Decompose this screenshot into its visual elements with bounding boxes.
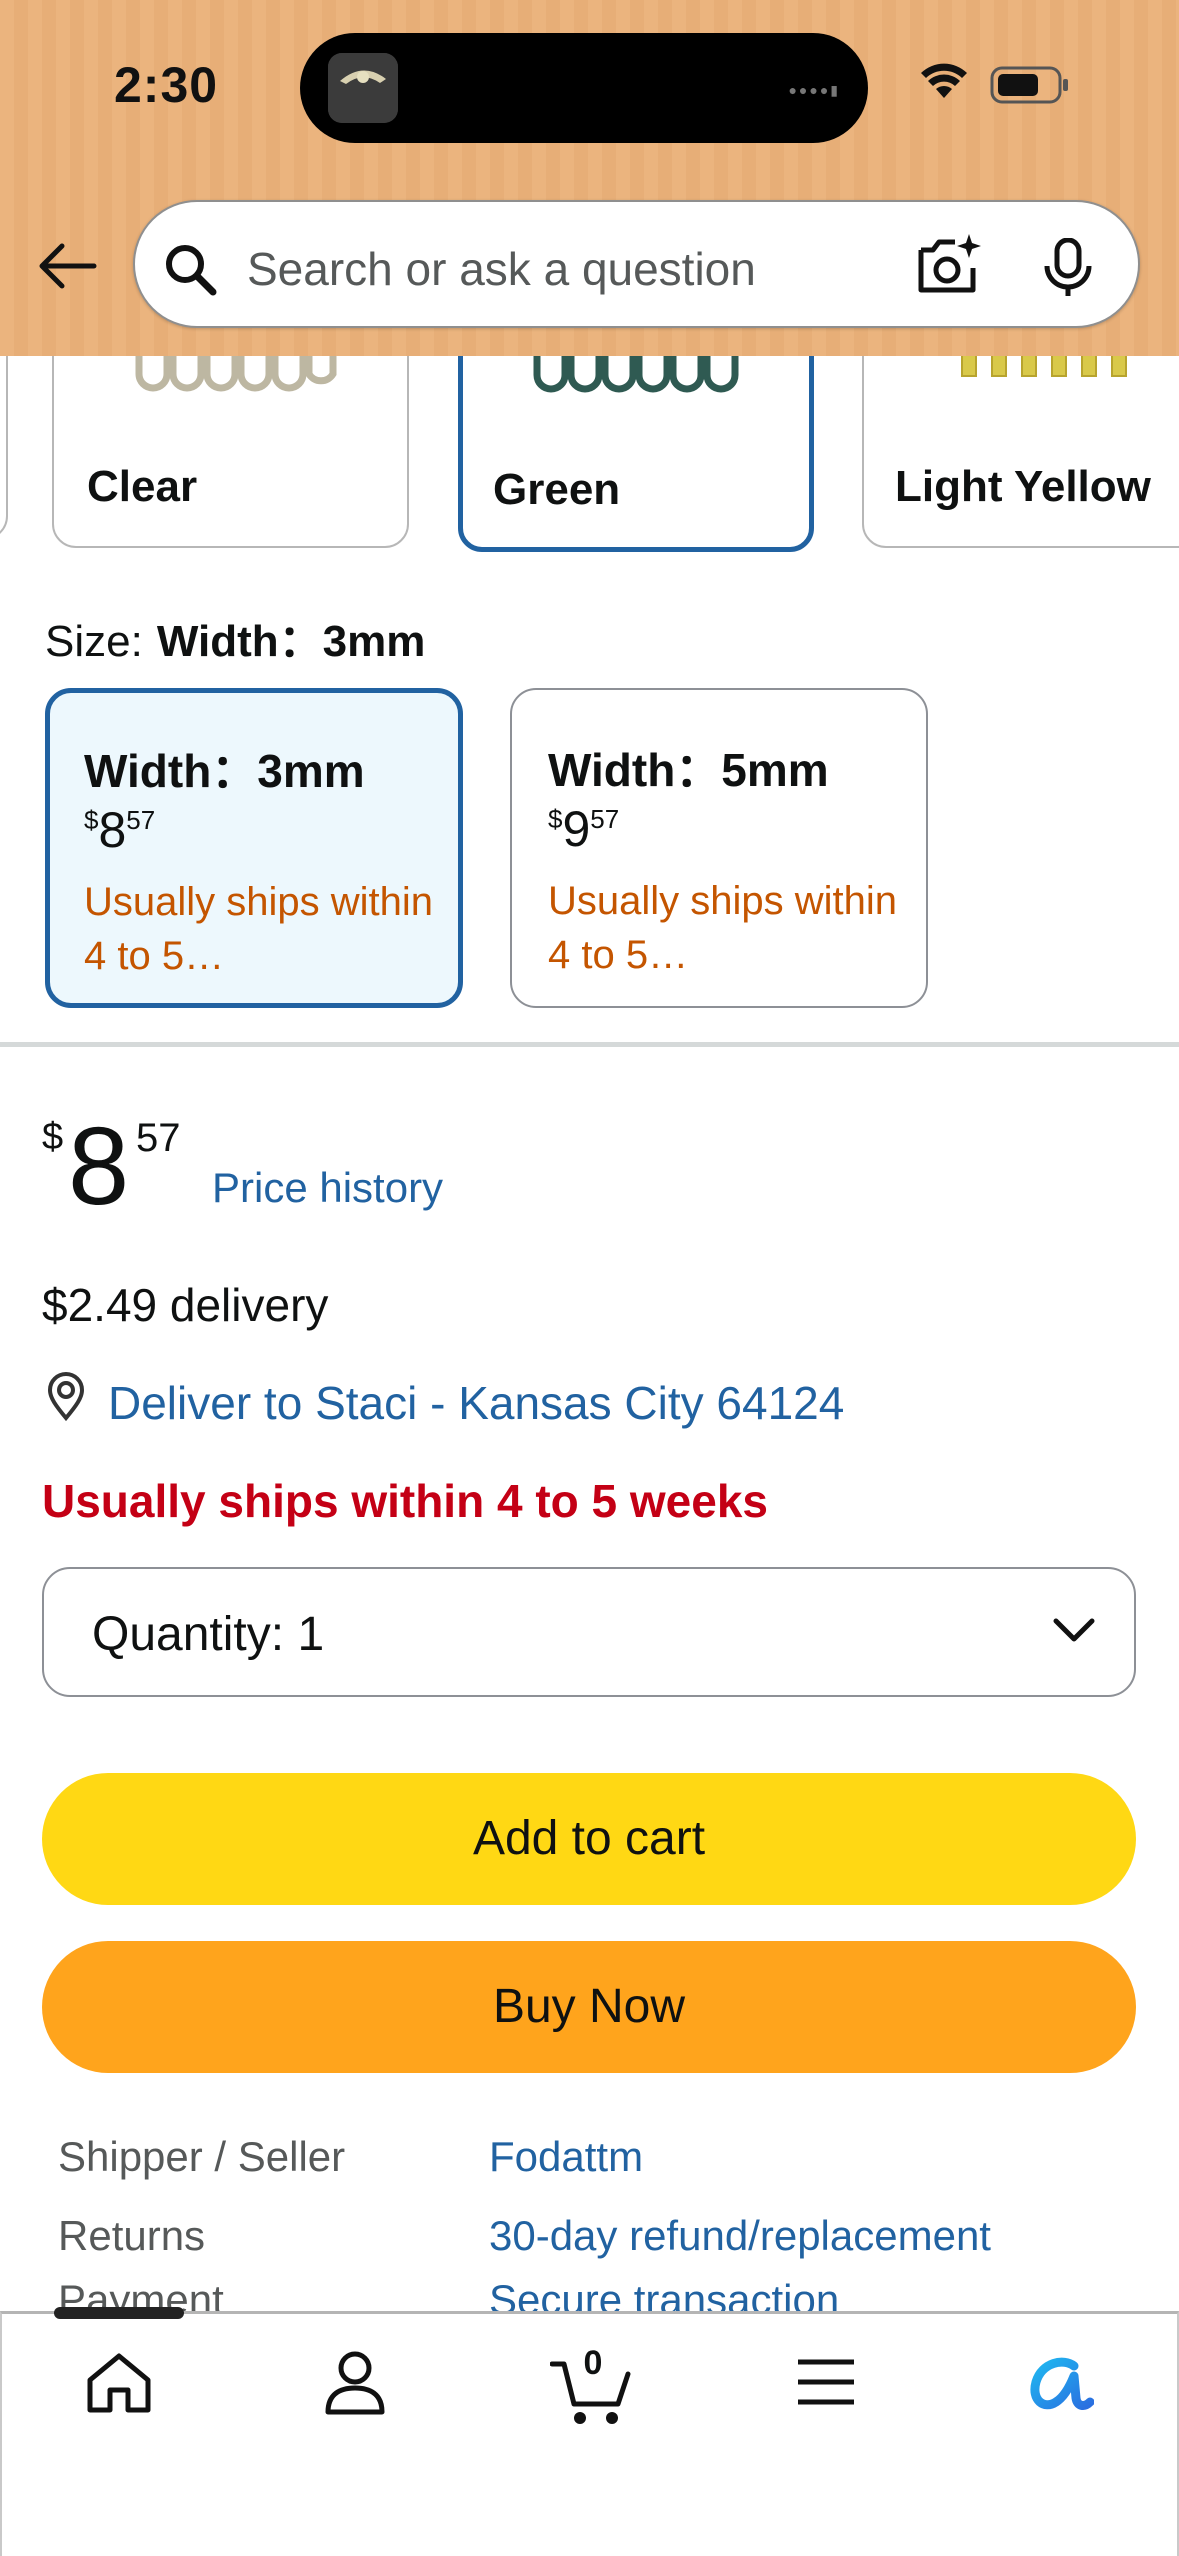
section-divider (0, 1042, 1179, 1047)
size-option-price: $857 (84, 802, 156, 858)
home-icon[interactable] (84, 2348, 154, 2418)
color-label-light-yellow: Light Yellow (895, 462, 1151, 511)
size-option-5mm[interactable]: Width：5mm $957 Usually ships within 4 to… (510, 688, 928, 1008)
detail-value-returns[interactable]: 30-day refund/replacement (489, 2212, 991, 2260)
buy-now-button[interactable]: Buy Now (42, 1941, 1136, 2073)
availability-notice: Usually ships within 4 to 5 weeks (42, 1475, 769, 1527)
quantity-label: Quantity: 1 (92, 1608, 325, 1661)
color-label-green: Green (493, 465, 621, 514)
color-swatch-green[interactable]: Green (458, 340, 814, 552)
size-option-shipping: Usually ships within 4 to 5… (548, 879, 898, 977)
signal-dots-icon: ●●●●▮ (788, 82, 840, 98)
quantity-dropdown[interactable]: Quantity: 1 (42, 1567, 1136, 1697)
dynamic-island: ●●●●▮ (300, 33, 868, 143)
rufus-ai-assistant-icon[interactable] (1024, 2348, 1094, 2418)
account-icon[interactable] (322, 2348, 388, 2418)
size-option-shipping: Usually ships within 4 to 5… (84, 880, 434, 978)
size-selector-header: Size: Width：3mm (45, 605, 425, 669)
color-label-clear: Clear (87, 462, 198, 511)
size-option-price: $957 (548, 801, 620, 857)
microphone-icon[interactable] (1040, 238, 1096, 298)
detail-value-seller[interactable]: Fodattm (489, 2133, 643, 2181)
menu-icon[interactable] (794, 2348, 858, 2418)
detail-key-returns: Returns (58, 2212, 206, 2259)
color-swatch-clear[interactable]: Clear (52, 340, 409, 548)
search-bar[interactable]: Search or ask a question (133, 200, 1140, 328)
size-option-title: Width：5mm (548, 744, 829, 796)
color-swatch-light-yellow[interactable]: Light Yellow (862, 340, 1179, 548)
delivery-cost: $2.49 delivery (42, 1279, 329, 1331)
wifi-icon (921, 63, 967, 98)
bottom-navigation-bar: 0 (0, 2307, 1179, 2556)
top-header: 2:30 ●●●●▮ Search or ask a question (0, 0, 1179, 356)
search-input[interactable]: Search or ask a question (247, 242, 756, 296)
size-selected-value: Width：3mm (156, 617, 426, 666)
add-to-cart-button[interactable]: Add to cart (42, 1773, 1136, 1905)
price-history-link[interactable]: Price history (212, 1164, 443, 1212)
cart-count-badge: 0 (583, 2344, 603, 2382)
battery-icon (990, 66, 1068, 104)
detail-key-seller: Shipper / Seller (58, 2133, 346, 2180)
status-time: 2:30 (114, 57, 219, 113)
cart-button[interactable]: 0 (550, 2344, 634, 2428)
size-option-3mm[interactable]: Width：3mm $857 Usually ships within 4 to… (45, 688, 463, 1008)
search-icon (166, 245, 217, 296)
color-swatch-previous[interactable] (0, 330, 8, 540)
chevron-down-icon (1053, 1618, 1095, 1642)
camera-search-icon[interactable] (915, 232, 983, 298)
location-pin-icon (47, 1372, 85, 1422)
size-option-title: Width：3mm (84, 745, 365, 797)
back-arrow-icon[interactable] (34, 240, 98, 292)
active-tab-indicator (54, 2307, 184, 2319)
app-logo-icon (328, 53, 398, 123)
deliver-to-link[interactable]: Deliver to Staci - Kansas City 64124 (108, 1376, 844, 1430)
size-label: Size: (45, 617, 143, 666)
